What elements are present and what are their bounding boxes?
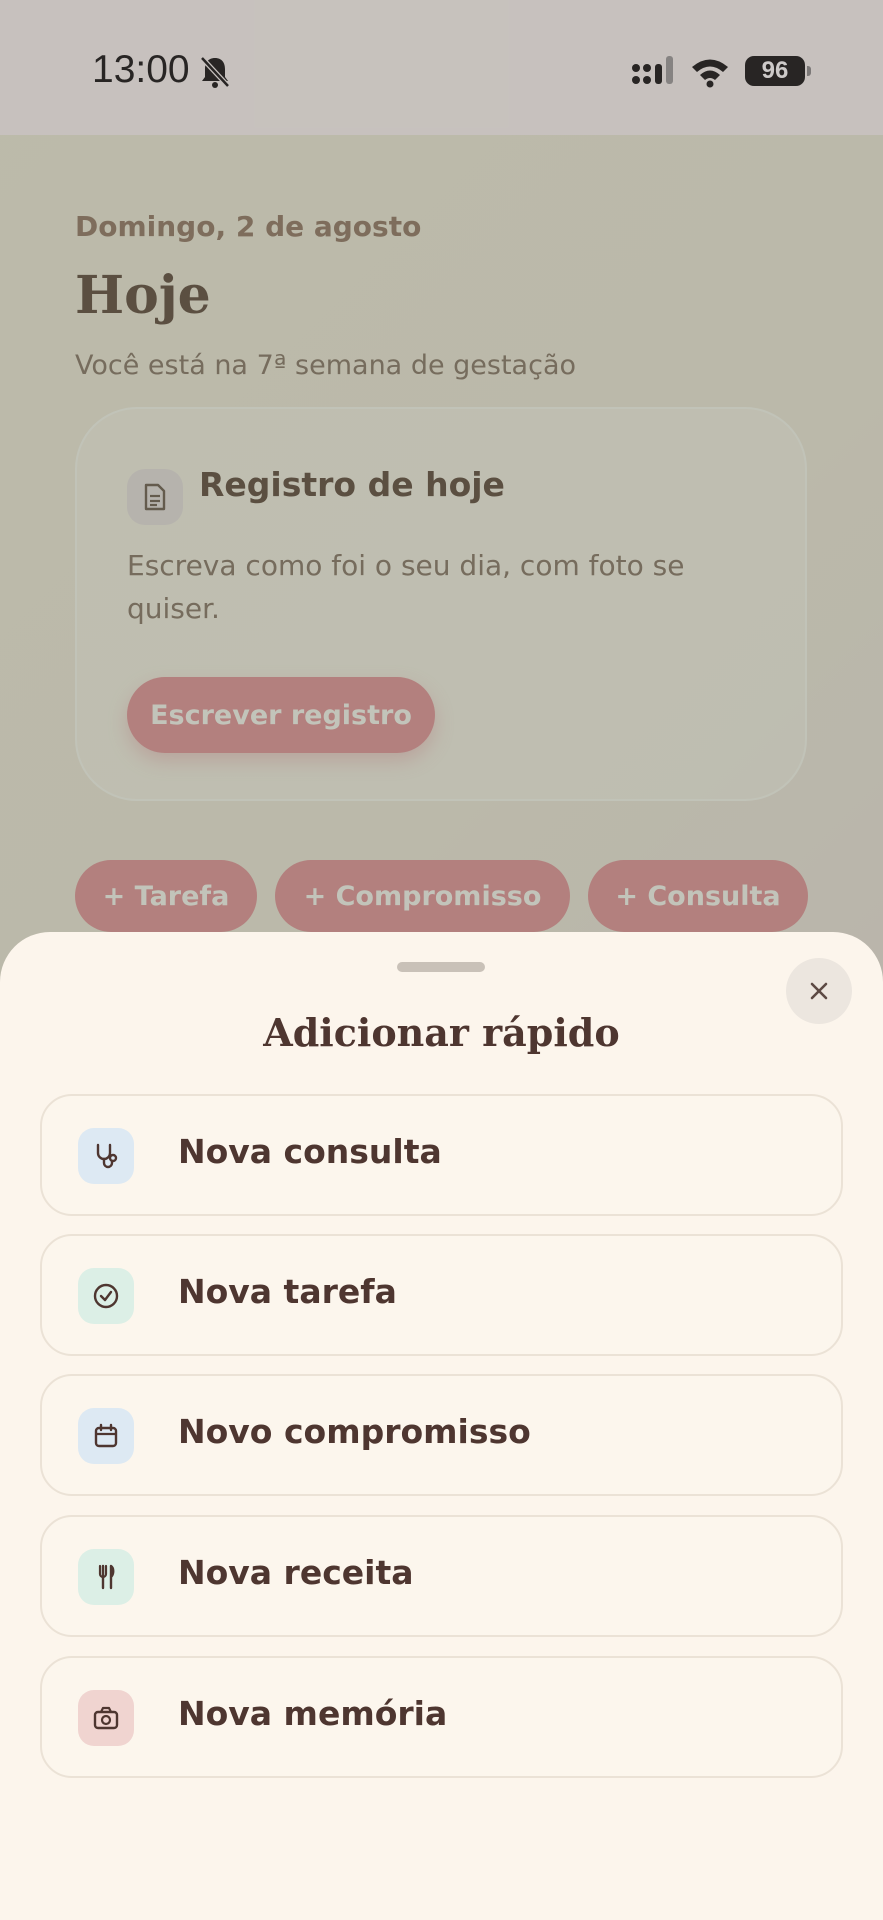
new-task-option[interactable]: Nova tarefa <box>40 1234 843 1356</box>
sheet-title: Adicionar rápido <box>263 1010 620 1055</box>
new-appointment-option[interactable]: Novo compromisso <box>40 1374 843 1496</box>
option-label: Nova consulta <box>178 1132 442 1171</box>
stethoscope-icon <box>78 1128 134 1184</box>
camera-icon <box>78 1690 134 1746</box>
calendar-icon <box>78 1408 134 1464</box>
sheet-drag-handle[interactable] <box>397 962 485 972</box>
option-label: Nova memória <box>178 1694 448 1733</box>
new-consultation-option[interactable]: Nova consulta <box>40 1094 843 1216</box>
new-recipe-option[interactable]: Nova receita <box>40 1515 843 1637</box>
fork-knife-icon <box>78 1549 134 1605</box>
status-dim-overlay <box>0 0 883 135</box>
option-label: Nova tarefa <box>178 1272 397 1311</box>
option-label: Novo compromisso <box>178 1412 531 1451</box>
option-label: Nova receita <box>178 1553 414 1592</box>
new-memory-option[interactable]: Nova memória <box>40 1656 843 1778</box>
check-circle-icon <box>78 1268 134 1324</box>
quick-add-sheet: Adicionar rápido Nova consulta Nova tare… <box>0 932 883 1920</box>
close-icon <box>810 982 828 1000</box>
